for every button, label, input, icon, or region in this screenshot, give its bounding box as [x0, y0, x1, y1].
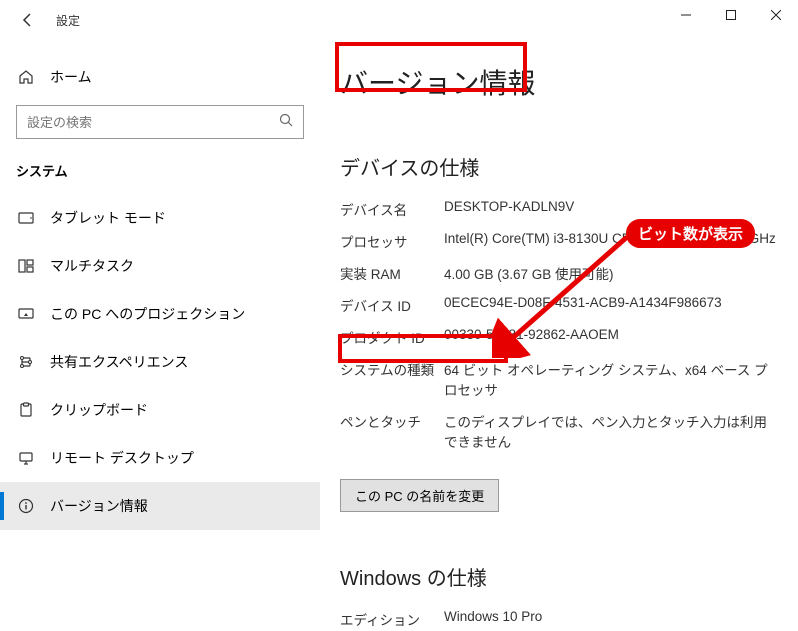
rename-pc-button[interactable]: この PC の名前を変更 [340, 479, 499, 512]
nav-clipboard[interactable]: クリップボード [0, 386, 320, 434]
remote-desktop-icon [16, 450, 36, 466]
nav-label: タブレット モード [50, 208, 166, 228]
spec-label: 実装 RAM [340, 263, 444, 283]
nav-about[interactable]: バージョン情報 [0, 482, 320, 530]
spec-label: プロセッサ [340, 231, 444, 251]
home-label: ホーム [50, 67, 92, 87]
nav-label: マルチタスク [50, 256, 134, 276]
tablet-icon [16, 210, 36, 226]
search-field[interactable] [27, 115, 279, 130]
device-spec-title: デバイスの仕様 [340, 152, 778, 181]
info-icon [16, 498, 36, 514]
spec-row-system-type: システムの種類 64 ビット オペレーティング システム、x64 ベース プロセ… [340, 359, 778, 399]
spec-label: プロダクト ID [340, 327, 444, 347]
page-title: バージョン情報 [340, 62, 535, 102]
back-button[interactable] [8, 0, 48, 40]
spec-value: Windows 10 Pro [444, 609, 778, 629]
nav-projecting[interactable]: この PC へのプロジェクション [0, 290, 320, 338]
home-button[interactable]: ホーム [0, 54, 320, 99]
spec-value: 00330-50381-92862-AAOEM [444, 327, 778, 347]
nav-shared-experiences[interactable]: 共有エクスペリエンス [0, 338, 320, 386]
nav-label: リモート デスクトップ [50, 448, 194, 468]
nav-label: 共有エクスペリエンス [50, 352, 188, 372]
nav-remote-desktop[interactable]: リモート デスクトップ [0, 434, 320, 482]
close-button[interactable] [753, 0, 798, 30]
spec-label: システムの種類 [340, 359, 444, 399]
spec-row-product-id: プロダクト ID 00330-50381-92862-AAOEM [340, 327, 778, 347]
spec-value: 64 ビット オペレーティング システム、x64 ベース プロセッサ [444, 359, 778, 399]
spec-label: ペンとタッチ [340, 411, 444, 451]
spec-value: Intel(R) Core(TM) i3-8130U CPU @ 2.20GHz… [444, 231, 778, 251]
multitask-icon [16, 258, 36, 274]
windows-spec-title: Windows の仕様 [340, 562, 778, 591]
spec-row-pen-touch: ペンとタッチ このディスプレイでは、ペン入力とタッチ入力は利用できません [340, 411, 778, 451]
spec-value: このディスプレイでは、ペン入力とタッチ入力は利用できません [444, 411, 778, 451]
spec-value: 4.00 GB (3.67 GB 使用可能) [444, 263, 778, 283]
home-icon [16, 69, 36, 85]
spec-row-edition: エディション Windows 10 Pro [340, 609, 778, 629]
spec-value: 0ECEC94E-D08F-4531-ACB9-A1434F986673 [444, 295, 778, 315]
spec-row-device-name: デバイス名 DESKTOP-KADLN9V [340, 199, 778, 219]
spec-label: エディション [340, 609, 444, 629]
nav-label: バージョン情報 [50, 496, 148, 516]
spec-row-ram: 実装 RAM 4.00 GB (3.67 GB 使用可能) [340, 263, 778, 283]
nav-multitasking[interactable]: マルチタスク [0, 242, 320, 290]
projecting-icon [16, 306, 36, 322]
spec-row-device-id: デバイス ID 0ECEC94E-D08F-4531-ACB9-A1434F98… [340, 295, 778, 315]
sidebar-section-header: システム [0, 139, 320, 194]
search-input[interactable] [16, 105, 304, 139]
search-icon [279, 113, 293, 132]
spec-value: DESKTOP-KADLN9V [444, 199, 778, 219]
clipboard-icon [16, 402, 36, 418]
nav-tablet-mode[interactable]: タブレット モード [0, 194, 320, 242]
window-title: 設定 [56, 12, 80, 29]
maximize-button[interactable] [708, 0, 753, 30]
nav-label: クリップボード [50, 400, 148, 420]
nav-label: この PC へのプロジェクション [50, 304, 245, 324]
minimize-button[interactable] [663, 0, 708, 30]
spec-label: デバイス名 [340, 199, 444, 219]
shared-icon [16, 354, 36, 370]
spec-row-processor: プロセッサ Intel(R) Core(TM) i3-8130U CPU @ 2… [340, 231, 778, 251]
spec-label: デバイス ID [340, 295, 444, 315]
